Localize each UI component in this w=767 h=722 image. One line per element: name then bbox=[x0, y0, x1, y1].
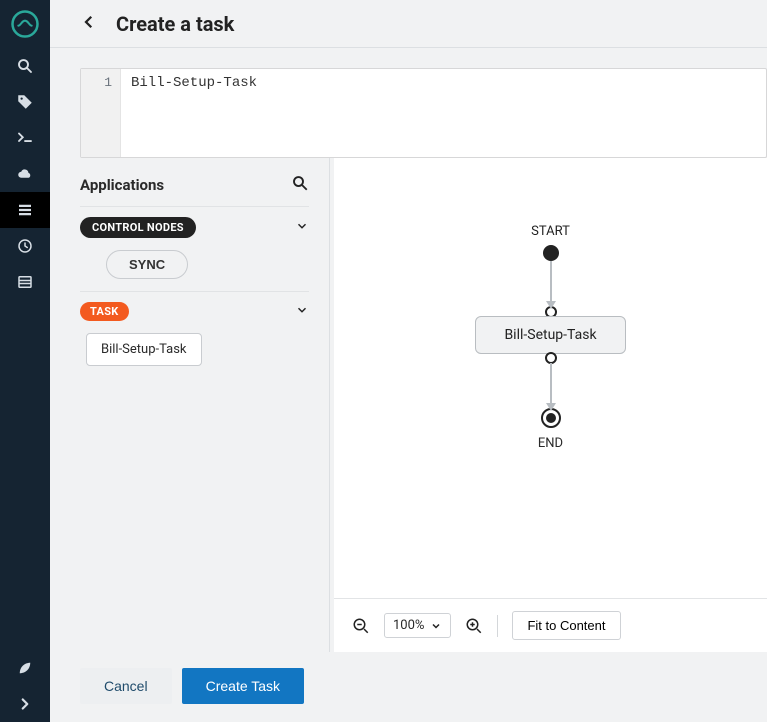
toolbar-divider bbox=[497, 615, 498, 637]
logo bbox=[0, 0, 50, 48]
tasks-icon bbox=[16, 201, 34, 219]
zoom-select[interactable]: 100% bbox=[384, 613, 451, 638]
footer-actions: Cancel Create Task bbox=[80, 652, 767, 722]
control-nodes-chip: CONTROL NODES bbox=[80, 217, 196, 238]
code-editor[interactable]: 1 Bill-Setup-Task bbox=[80, 68, 767, 158]
palette-title: Applications bbox=[80, 176, 164, 194]
zoom-in-icon bbox=[465, 617, 483, 635]
sync-node-item[interactable]: SYNC bbox=[106, 250, 188, 279]
cancel-button[interactable]: Cancel bbox=[80, 668, 172, 704]
chevron-down-icon bbox=[295, 302, 309, 321]
left-sidebar bbox=[0, 0, 50, 722]
chevron-right-icon bbox=[16, 695, 34, 713]
end-label: END bbox=[538, 436, 563, 451]
back-button[interactable] bbox=[80, 13, 98, 35]
palette-search-button[interactable] bbox=[291, 174, 309, 196]
chevron-left-icon bbox=[80, 13, 98, 31]
editor-line-number: 1 bbox=[81, 69, 121, 157]
control-nodes-group-header[interactable]: CONTROL NODES bbox=[80, 217, 309, 238]
zoom-in-button[interactable] bbox=[465, 617, 483, 635]
task-node[interactable]: Bill-Setup-Task bbox=[475, 316, 625, 354]
task-chip: TASK bbox=[80, 302, 129, 321]
page-title: Create a task bbox=[116, 12, 234, 36]
flow-connector bbox=[550, 261, 552, 307]
applications-palette: Applications CONTROL NODES SYNC bbox=[80, 158, 330, 652]
header: Create a task bbox=[50, 0, 767, 48]
start-node[interactable] bbox=[543, 245, 559, 261]
start-label: START bbox=[531, 224, 570, 239]
flow-connector bbox=[550, 363, 552, 409]
canvas-area[interactable]: START Bill-Setup-Task END bbox=[334, 158, 767, 598]
editor-content: Bill-Setup-Task bbox=[121, 69, 267, 157]
tag-icon bbox=[16, 93, 34, 111]
nav-tag[interactable] bbox=[0, 84, 50, 120]
search-icon bbox=[16, 57, 34, 75]
task-group-header[interactable]: TASK bbox=[80, 302, 309, 321]
fit-to-content-button[interactable]: Fit to Content bbox=[512, 611, 620, 640]
zoom-out-icon bbox=[352, 617, 370, 635]
zoom-out-button[interactable] bbox=[352, 617, 370, 635]
nav-terminal[interactable] bbox=[0, 120, 50, 156]
nav-tasks[interactable] bbox=[0, 192, 50, 228]
create-task-button[interactable]: Create Task bbox=[182, 668, 304, 704]
terminal-icon bbox=[16, 129, 34, 147]
nav-schedule[interactable] bbox=[0, 228, 50, 264]
nav-expand[interactable] bbox=[0, 686, 50, 722]
task-app-tile[interactable]: Bill-Setup-Task bbox=[86, 333, 202, 366]
canvas-toolbar: 100% Fit to Content bbox=[334, 598, 767, 652]
cloud-icon bbox=[16, 165, 34, 183]
nav-cloud[interactable] bbox=[0, 156, 50, 192]
chevron-down-icon bbox=[295, 218, 309, 237]
nav-about[interactable] bbox=[0, 650, 50, 686]
chevron-down-icon bbox=[430, 620, 442, 632]
spring-cloud-logo-icon bbox=[10, 9, 40, 39]
search-icon bbox=[291, 174, 309, 192]
main-area: Create a task 1 Bill-Setup-Task Applicat… bbox=[50, 0, 767, 722]
end-node[interactable] bbox=[541, 408, 561, 428]
leaf-icon bbox=[16, 659, 34, 677]
zoom-value: 100% bbox=[393, 618, 424, 633]
nav-search[interactable] bbox=[0, 48, 50, 84]
records-icon bbox=[16, 273, 34, 291]
flow-canvas: START Bill-Setup-Task END bbox=[334, 158, 767, 652]
clock-icon bbox=[16, 237, 34, 255]
nav-records[interactable] bbox=[0, 264, 50, 300]
